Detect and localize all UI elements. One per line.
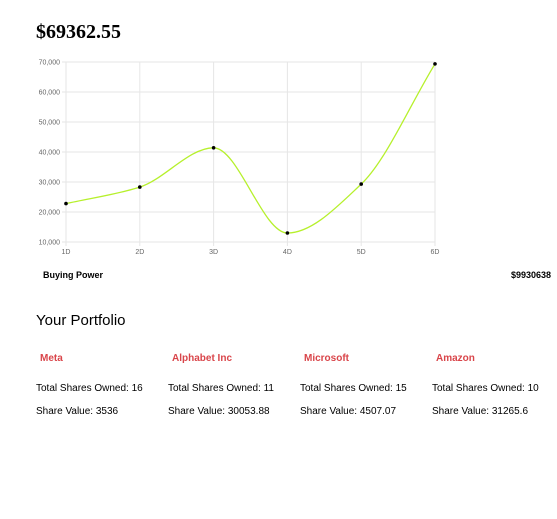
holding-shares-owned: Total Shares Owned: 16: [36, 383, 143, 394]
holding-shares-owned: Total Shares Owned: 10: [432, 383, 539, 394]
chart-x-tick-label: 1D: [62, 249, 71, 256]
holding-name[interactable]: Alphabet Inc: [172, 352, 300, 366]
chart-data-point: [359, 182, 364, 186]
chart-data-point: [211, 146, 216, 150]
chart-y-tick-label: 60,000: [39, 90, 61, 97]
holding-share-value: Share Value: 31265.6: [432, 406, 529, 417]
chart-y-tick-label: 50,000: [39, 120, 61, 127]
holding-name[interactable]: Microsoft: [304, 352, 432, 366]
portfolio-title: Your Portfolio: [36, 312, 126, 329]
holding-name[interactable]: Amazon: [436, 352, 557, 366]
buying-power-label: Buying Power: [43, 270, 104, 280]
chart-x-tick-label: 5D: [357, 249, 366, 256]
buying-power-value: $9930638: [510, 270, 551, 280]
holding-share-value: Share Value: 4507.07: [300, 406, 397, 417]
holding-card-alphabet: Alphabet Inc Total Shares Owned: 11 Shar…: [168, 352, 300, 419]
chart-data-point: [433, 62, 437, 66]
portfolio-value-chart: 10,000 20,000 30,000 40,000 50,000 60,000 70,0…: [39, 60, 440, 257]
chart-y-tick-label: 20,000: [39, 210, 61, 217]
holding-share-value: Share Value: 30053.88: [168, 406, 270, 417]
chart-y-tick-label: 10,000: [39, 240, 61, 247]
chart-y-tick-label: 70,000: [39, 60, 61, 67]
chart-y-axis: 10,000 20,000 30,000 40,000 50,000 60,000 70,0…: [39, 60, 61, 247]
portfolio-holdings: Meta Total Shares Owned: 16 Share Value:…: [36, 352, 556, 432]
holding-card-meta: Meta Total Shares Owned: 16 Share Value:…: [36, 352, 168, 419]
holding-card-amazon: Amazon Total Shares Owned: 10 Share Valu…: [432, 352, 557, 419]
chart-data-point: [285, 231, 290, 235]
chart-points: [64, 62, 437, 235]
holding-shares-owned: Total Shares Owned: 11: [168, 383, 274, 394]
holding-share-value: Share Value: 3536: [36, 406, 119, 417]
holding-shares-owned: Total Shares Owned: 15: [300, 383, 407, 394]
chart-x-tick-label: 3D: [209, 249, 218, 256]
chart-grid: [62, 61, 436, 246]
holding-card-microsoft: Microsoft Total Shares Owned: 15 Share V…: [300, 352, 432, 419]
chart-series-line: [65, 63, 436, 234]
chart-x-tick-label: 4D: [283, 249, 292, 256]
chart-y-tick-label: 30,000: [39, 180, 61, 187]
chart-data-point: [138, 185, 142, 189]
chart-x-axis: 1D 2D 3D 4D 5D 6D: [62, 249, 440, 256]
holding-name[interactable]: Meta: [40, 352, 168, 366]
chart-y-tick-label: 40,000: [39, 150, 61, 157]
chart-x-tick-label: 2D: [135, 249, 144, 256]
chart-data-point: [64, 201, 68, 206]
chart-x-tick-label: 6D: [431, 249, 440, 256]
